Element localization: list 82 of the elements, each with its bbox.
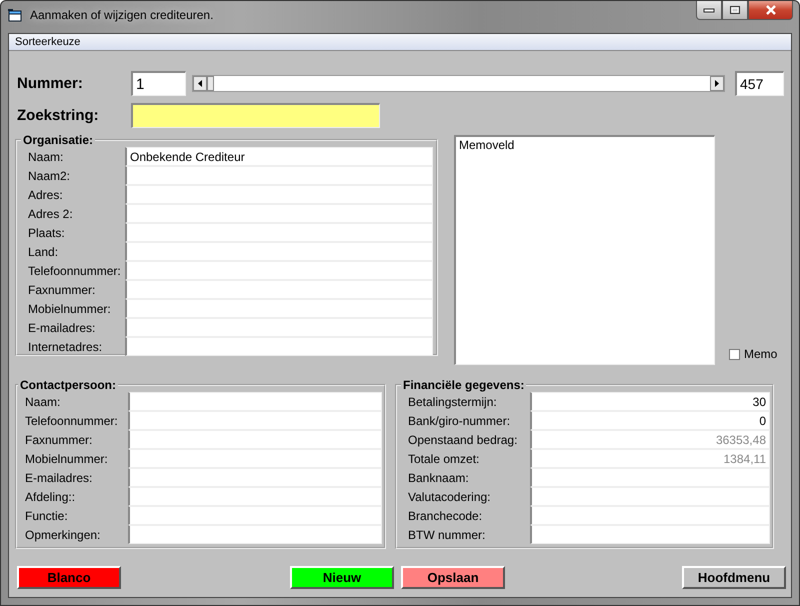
action-button[interactable]: Hoofdmenu xyxy=(682,566,786,589)
field-label: Openstaand bedrag: xyxy=(408,432,518,448)
field-label: E-mailadres: xyxy=(28,320,96,336)
field-label: Valutacodering: xyxy=(408,488,492,506)
field-label: Afdeling:: xyxy=(25,488,76,506)
field-label: Naam: xyxy=(25,394,62,410)
field-label: Land: xyxy=(28,244,60,260)
maximize-icon xyxy=(729,5,741,15)
input-field[interactable] xyxy=(128,430,382,449)
field-label: Adres 2: xyxy=(28,206,74,222)
field-label: Telefoonnummer: xyxy=(28,262,122,280)
field-label: Zoekstring: xyxy=(17,107,100,124)
menu-item[interactable]: Sorteerkeuze xyxy=(15,36,80,48)
checkbox[interactable] xyxy=(729,348,740,360)
input-field[interactable] xyxy=(128,468,382,487)
group-title: Contactpersoon: xyxy=(19,378,117,392)
close-button[interactable] xyxy=(748,1,793,20)
search-field[interactable] xyxy=(131,103,380,128)
input-field[interactable] xyxy=(128,506,382,525)
field-label: Betalingstermijn: xyxy=(408,394,498,410)
scroll-left-button[interactable] xyxy=(193,76,207,91)
input-field[interactable] xyxy=(125,299,433,318)
input-field[interactable] xyxy=(128,411,382,430)
minimize-icon xyxy=(703,7,715,13)
input-field[interactable] xyxy=(128,525,382,544)
input-field[interactable] xyxy=(125,223,433,242)
input-field[interactable] xyxy=(530,468,770,487)
scrollbar[interactable] xyxy=(192,75,725,92)
field-label: Telefoonnummer: xyxy=(25,412,119,430)
input-field[interactable] xyxy=(125,204,433,223)
field-label: Functie: xyxy=(25,508,69,524)
input-field[interactable] xyxy=(125,166,433,185)
field-label: Mobielnummer: xyxy=(28,300,112,318)
window-title: Aanmaken of wijzigen crediteuren. xyxy=(30,8,214,22)
field-label: E-mailadres: xyxy=(25,470,94,486)
action-button[interactable]: Opslaan xyxy=(401,566,505,589)
input-field[interactable]: Onbekende Crediteur xyxy=(125,147,433,166)
maximize-button[interactable] xyxy=(722,1,748,20)
minimize-button[interactable] xyxy=(696,1,722,20)
input-field[interactable] xyxy=(530,487,770,506)
input-field[interactable] xyxy=(125,318,433,337)
field-label: Totale omzet: xyxy=(408,450,480,468)
left-arrow-icon xyxy=(198,80,202,87)
input-field[interactable] xyxy=(530,525,770,544)
window-icon xyxy=(8,9,22,22)
action-button[interactable]: Nieuw xyxy=(290,566,394,589)
field-label: Bank/giro-nummer: xyxy=(408,412,512,430)
input-field[interactable] xyxy=(125,261,433,280)
scroll-thumb[interactable] xyxy=(207,76,214,91)
field-label: Naam2: xyxy=(28,168,72,184)
field-label: Mobielnummer: xyxy=(25,450,109,468)
right-arrow-icon xyxy=(715,80,719,87)
input-field[interactable]: 30 xyxy=(530,392,770,411)
field-label: Nummer: xyxy=(17,75,84,92)
input-field[interactable]: 0 xyxy=(530,411,770,430)
input-field[interactable] xyxy=(128,392,382,411)
input-field[interactable] xyxy=(125,280,433,299)
input-field[interactable] xyxy=(128,487,382,506)
field-label: Banknaam: xyxy=(408,470,470,486)
field-label: Faxnummer: xyxy=(25,432,94,448)
input-field[interactable] xyxy=(530,506,770,525)
input-field[interactable] xyxy=(128,449,382,468)
field-label: Naam: xyxy=(28,148,64,166)
input-field[interactable] xyxy=(125,185,433,204)
field-label: Opmerkingen: xyxy=(25,526,102,544)
action-button[interactable]: Blanco xyxy=(17,566,121,589)
field-label: BTW nummer: xyxy=(408,526,486,544)
field-label: Faxnummer: xyxy=(28,282,96,298)
input-field[interactable] xyxy=(125,337,433,356)
field-label: Plaats: xyxy=(28,224,66,242)
input-field[interactable] xyxy=(125,242,433,261)
field-label: Adres: xyxy=(28,186,64,204)
memo-field[interactable]: Memoveld xyxy=(454,135,715,365)
number-field[interactable]: 1 xyxy=(131,71,186,96)
scroll-right-button[interactable] xyxy=(710,76,724,91)
field-label: Internetadres: xyxy=(28,338,104,356)
close-icon xyxy=(764,5,776,15)
checkbox-label: Memo xyxy=(744,347,778,361)
group-title: Organisatie: xyxy=(22,133,94,147)
field-label: Branchecode: xyxy=(408,508,484,524)
group-title: Financiële gegevens: xyxy=(402,378,526,392)
total-field: 457 xyxy=(735,71,784,96)
